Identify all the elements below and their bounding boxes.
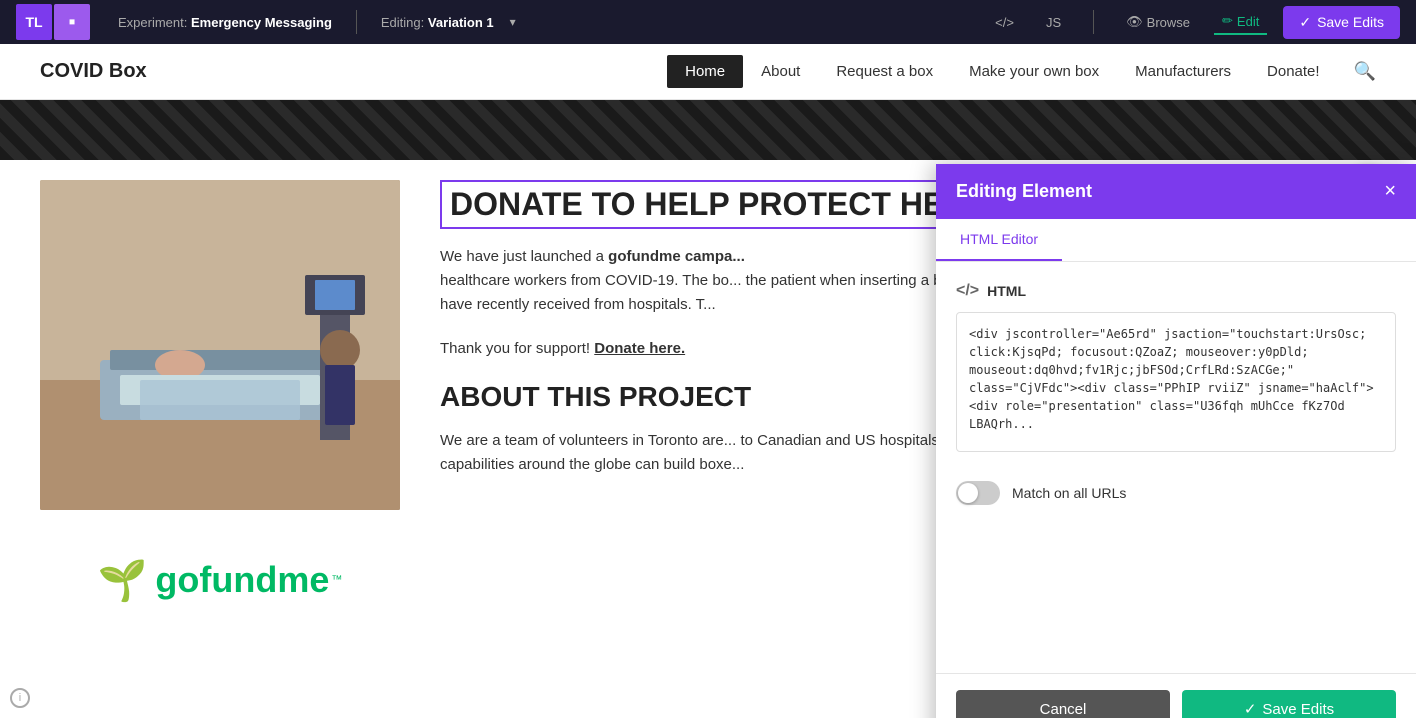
gofundme-trademark: ™ [331,574,342,586]
toolbar-divider-2 [1093,10,1094,34]
gofundme-link[interactable]: gofundme campa... [608,248,745,265]
logo-text-1: TL [25,14,42,30]
nav-link-request[interactable]: Request a box [818,55,951,88]
website-area: COVID Box Home About Request a box Make … [0,44,1416,718]
js-label: JS [1046,15,1061,30]
cancel-button[interactable]: Cancel [956,690,1170,718]
check-icon: ✓ [1299,14,1311,31]
modal-title: Editing Element [956,181,1092,202]
search-icon[interactable]: 🔍 [1354,61,1376,82]
modal-header: Editing Element × [936,164,1416,219]
nav-link-home[interactable]: Home [667,55,743,88]
nav-link-about[interactable]: About [743,55,818,88]
gofundme-text: gofundme [155,559,329,601]
nav-links: Home About Request a box Make your own b… [667,55,1337,88]
match-toggle-row: Match on all URLs [956,481,1396,505]
experiment-label: Experiment: Emergency Messaging [118,15,332,30]
modal-close-button[interactable]: × [1384,180,1396,203]
variation-dropdown[interactable]: ▾ [510,15,516,29]
modal-footer: Cancel ✓ Save Edits [936,673,1416,718]
match-label: Match on all URLs [1012,485,1126,501]
eye-icon: 👁 [1126,14,1143,30]
check-icon: ✓ [1244,700,1257,718]
chevron-down-icon: ▾ [510,15,516,29]
save-edits-button[interactable]: ✓ Save Edits [1283,6,1400,39]
info-icon[interactable]: i [10,688,30,708]
logo-box-2: ▪ [54,4,90,40]
js-button[interactable]: JS [1038,11,1069,34]
image-placeholder [40,180,400,510]
hero-banner [0,100,1416,160]
hero-image [40,180,400,510]
toggle-thumb [958,483,978,503]
logo-area: TL ▪ [16,4,90,40]
logo-box-1: TL [16,4,52,40]
site-logo: COVID Box [40,60,667,83]
code-icon: </> [995,15,1014,30]
nav-link-manufacturers[interactable]: Manufacturers [1117,55,1249,88]
html-editor-textarea[interactable] [956,312,1396,452]
site-nav: COVID Box Home About Request a box Make … [0,44,1416,100]
editing-label: Editing: Variation 1 [381,15,494,30]
logo-text-2: ▪ [68,11,75,34]
code-brackets-icon: </> [956,282,979,300]
gofundme-logo-area: 🌱 gofundme ™ [40,520,400,640]
edit-button[interactable]: ✏ Edit [1214,9,1267,35]
match-urls-toggle[interactable] [956,481,1000,505]
close-icon: × [1384,180,1396,202]
editing-modal[interactable]: Editing Element × HTML Editor </> HTML [936,164,1416,718]
hospital-image-svg [40,180,400,510]
modal-save-edits-button[interactable]: ✓ Save Edits [1182,690,1396,718]
modal-tabs: HTML Editor [936,219,1416,262]
nav-link-make[interactable]: Make your own box [951,55,1117,88]
toolbar-divider [356,10,357,34]
code-button[interactable]: </> [987,11,1022,34]
browse-button[interactable]: 👁 Browse [1118,10,1198,34]
pencil-icon: ✏ [1222,13,1233,29]
toolbar: TL ▪ Experiment: Emergency Messaging Edi… [0,0,1416,44]
donate-here-link[interactable]: Donate here. [594,340,685,357]
modal-body: </> HTML Match on all URLs [936,262,1416,673]
gofundme-icon: 🌱 [98,557,148,604]
content-left: 🌱 gofundme ™ [40,180,400,640]
nav-link-donate[interactable]: Donate! [1249,55,1338,88]
html-section-label: </> HTML [956,282,1396,300]
tab-html-editor[interactable]: HTML Editor [936,219,1062,261]
